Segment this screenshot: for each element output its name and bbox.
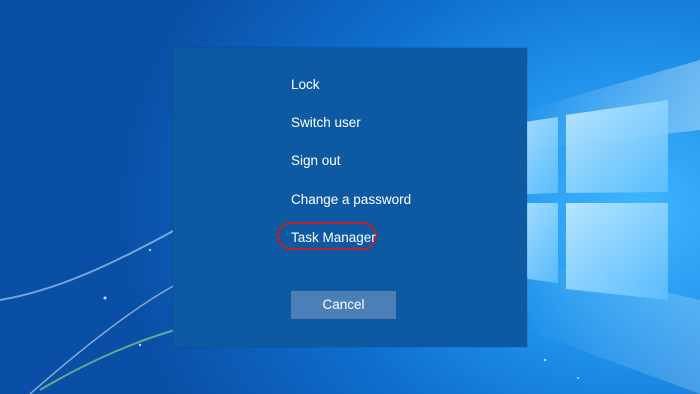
switch-user-option[interactable]: Switch user bbox=[291, 114, 361, 132]
lock-option[interactable]: Lock bbox=[291, 76, 320, 94]
sign-out-option[interactable]: Sign out bbox=[291, 152, 341, 170]
task-manager-option[interactable]: Task Manager bbox=[291, 229, 376, 247]
change-password-option[interactable]: Change a password bbox=[291, 191, 411, 209]
cancel-button[interactable]: Cancel bbox=[291, 291, 396, 319]
security-options-panel: Lock Switch user Sign out Change a passw… bbox=[173, 48, 527, 347]
desktop-wallpaper: Lock Switch user Sign out Change a passw… bbox=[0, 0, 700, 394]
